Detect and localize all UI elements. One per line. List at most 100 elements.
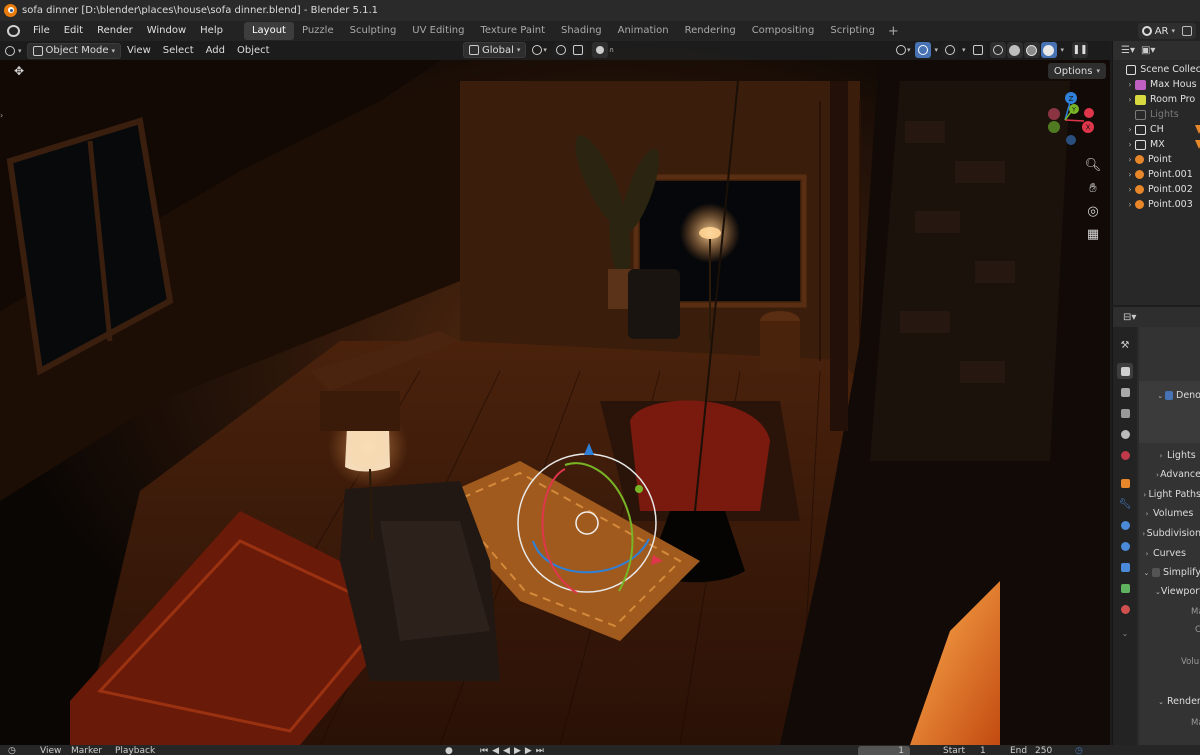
move-tool-icon[interactable]: ✥ <box>10 63 28 79</box>
toolbar-expand-arrow-icon[interactable]: › <box>0 111 6 123</box>
tab-view-layer[interactable] <box>1117 405 1133 421</box>
tab-world[interactable] <box>1117 447 1133 463</box>
transform-gizmo[interactable] <box>507 443 667 603</box>
panel-header[interactable]: ⌄ Render <box>1139 693 1200 710</box>
display-mode-icon[interactable]: ▣▾ <box>1141 45 1155 56</box>
outliner-row[interactable]: › Point.003 <box>1113 197 1200 212</box>
add-workspace-button[interactable]: + <box>883 24 904 39</box>
timeline-menu-playback[interactable]: Playback <box>115 747 155 755</box>
expand-arrow-icon[interactable]: › <box>1125 95 1135 104</box>
timeline-menu-view[interactable]: View <box>40 747 61 755</box>
navigation-gizmo[interactable]: Z Y X <box>1044 90 1094 150</box>
tab-object[interactable] <box>1117 475 1133 491</box>
panel-checkbox[interactable] <box>1165 391 1173 400</box>
pause-render-button[interactable]: ❚❚ <box>1072 42 1089 58</box>
outliner-row[interactable]: › MX <box>1113 137 1200 152</box>
current-frame-field[interactable]: 1 <box>858 746 910 755</box>
outliner-row[interactable]: › Point.001 <box>1113 167 1200 182</box>
tab-output[interactable] <box>1117 384 1133 400</box>
menu-help[interactable]: Help <box>193 21 230 41</box>
menu-add[interactable]: Add <box>200 45 231 56</box>
panel-header[interactable]: › Light Paths <box>1139 486 1200 503</box>
menu-object[interactable]: Object <box>231 45 276 56</box>
tab-uv-editing[interactable]: UV Editing <box>404 22 472 40</box>
menu-file[interactable]: File <box>26 21 57 41</box>
editor-type-button[interactable]: ▾ <box>0 43 27 59</box>
tab-animation[interactable]: Animation <box>610 22 677 40</box>
zoom-icon[interactable]: 🔍︎ <box>1082 154 1104 176</box>
mode-selector[interactable]: Object Mode ▾ <box>26 42 122 59</box>
chevron-down-icon[interactable]: ▾ <box>1061 46 1065 54</box>
ortho-grid-icon[interactable]: ▦ <box>1082 223 1104 245</box>
expand-arrow-icon[interactable]: › <box>1125 200 1135 209</box>
properties-editor-icon[interactable]: ⊟▾ <box>1123 312 1136 323</box>
tab-data[interactable] <box>1117 580 1133 596</box>
menu-render[interactable]: Render <box>90 21 140 41</box>
panel-header[interactable]: ⌄ Simplify <box>1139 564 1200 581</box>
expand-arrow-icon[interactable]: › <box>1125 185 1135 194</box>
shading-material-button[interactable] <box>1023 42 1040 58</box>
expand-arrow-icon[interactable]: › <box>1125 140 1135 149</box>
outliner-row[interactable]: › Max Hous <box>1113 77 1200 92</box>
tab-compositing[interactable]: Compositing <box>744 22 823 40</box>
outliner-editor-icon[interactable]: ☰▾ <box>1121 45 1135 56</box>
tab-material[interactable] <box>1117 601 1133 617</box>
menu-window[interactable]: Window <box>140 21 193 41</box>
shading-wireframe-button[interactable] <box>989 42 1006 58</box>
tab-texture-paint[interactable]: Texture Paint <box>472 22 553 40</box>
tab-tool[interactable]: ⚒ <box>1117 337 1133 353</box>
panel-header[interactable]: › Curves <box>1139 545 1200 562</box>
menu-edit[interactable]: Edit <box>57 21 90 41</box>
start-value[interactable]: 1 <box>980 747 986 755</box>
panel-header[interactable]: ⌄ Deno <box>1139 387 1200 404</box>
3d-viewport[interactable]: Z Y X 🔍︎ ✋︎ ◎ ▦ ▾ Object Mode ▾ View Sel… <box>0 41 1110 745</box>
timeline-editor-icon[interactable]: ◷ <box>8 747 16 755</box>
tab-puzzle[interactable]: Puzzle <box>294 22 342 40</box>
tab-render[interactable] <box>1117 363 1133 379</box>
panel-checkbox[interactable] <box>1151 568 1160 577</box>
tab-scene[interactable] <box>1117 426 1133 442</box>
tab-particles[interactable] <box>1117 517 1133 533</box>
proportional-editing-toggle[interactable] <box>591 42 608 58</box>
shading-rendered-button[interactable] <box>1040 42 1057 58</box>
outliner-row[interactable]: Lights <box>1113 107 1200 122</box>
menu-select[interactable]: Select <box>157 45 200 56</box>
tabs-more[interactable]: ⌄ <box>1117 625 1133 641</box>
expand-arrow-icon[interactable]: › <box>1125 125 1135 134</box>
panel-header[interactable]: › Subdivision <box>1139 525 1200 542</box>
expand-arrow-icon[interactable]: › <box>1125 170 1135 179</box>
outliner-row[interactable]: › Room Pro <box>1113 92 1200 107</box>
outliner-row[interactable]: › CH <box>1113 122 1200 137</box>
timeline-menu-marker[interactable]: Marker <box>71 747 102 755</box>
scene-selector[interactable]: AR ▾ <box>1137 23 1196 39</box>
blender-menu-button[interactable] <box>0 21 26 41</box>
menu-view[interactable]: View <box>121 45 157 56</box>
falloff-curve-icon[interactable]: ∩ <box>609 46 614 54</box>
tab-shading[interactable]: Shading <box>553 22 610 40</box>
tab-physics[interactable] <box>1117 538 1133 554</box>
pivot-point-selector[interactable]: ▾ <box>532 45 547 55</box>
gizmo-toggle[interactable] <box>914 42 931 58</box>
panel-header[interactable]: ⌄ Viewport <box>1139 583 1200 600</box>
expand-arrow-icon[interactable]: › <box>1125 155 1135 164</box>
tab-rendering[interactable]: Rendering <box>677 22 744 40</box>
playback-controls[interactable]: ⏮◀◀▶▶⏭ <box>480 747 548 755</box>
transform-orientation-selector[interactable]: Global ▾ <box>463 42 527 58</box>
outliner-row[interactable]: Scene Collec <box>1113 62 1200 77</box>
chevron-down-icon[interactable]: ▾ <box>962 46 966 54</box>
snap-toggle[interactable] <box>552 42 569 58</box>
options-button[interactable]: Options ▾ <box>1047 63 1106 79</box>
tab-scripting[interactable]: Scripting <box>822 22 882 40</box>
auto-keying-icon[interactable]: ● <box>445 747 453 755</box>
expand-arrow-icon[interactable]: › <box>1125 80 1135 89</box>
outliner-row[interactable]: › Point.002 <box>1113 182 1200 197</box>
camera-view-icon[interactable]: ◎ <box>1082 200 1104 222</box>
outliner-row[interactable]: › Point <box>1113 152 1200 167</box>
tab-modifiers[interactable]: 🔧︎ <box>1117 496 1133 512</box>
tab-constraints[interactable] <box>1117 559 1133 575</box>
overlays-toggle[interactable] <box>942 42 959 58</box>
panel-header[interactable]: › Advance <box>1139 466 1200 483</box>
tab-layout[interactable]: Layout <box>243 22 294 40</box>
xray-toggle[interactable] <box>969 42 986 58</box>
shading-solid-button[interactable] <box>1006 42 1023 58</box>
